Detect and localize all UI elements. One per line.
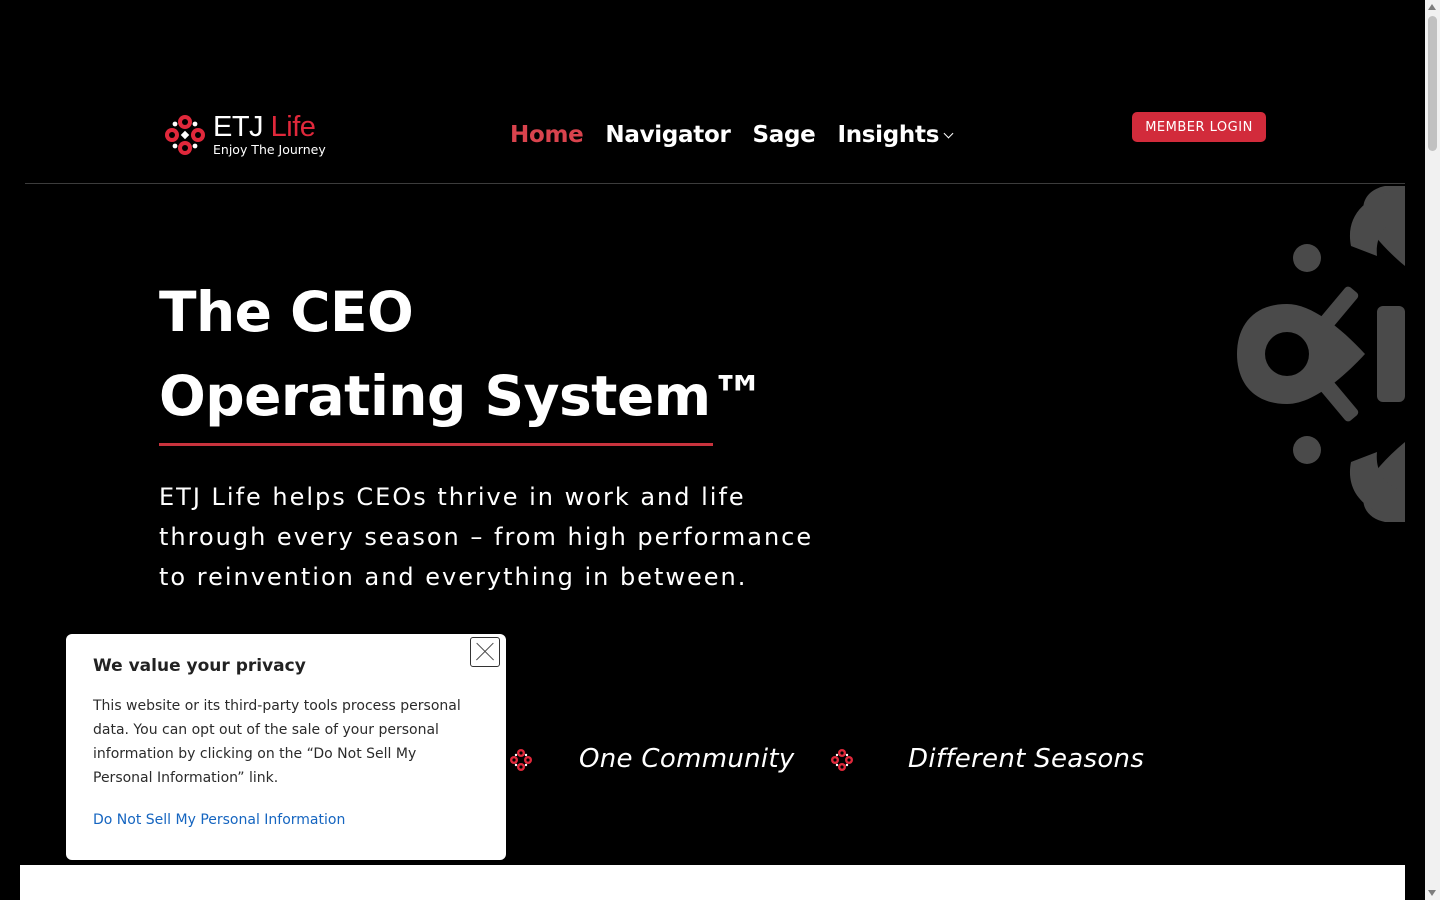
header-divider — [25, 183, 1405, 184]
hero-title: The CEO Operating System™ — [159, 270, 766, 438]
privacy-dialog-body: This website or its third-party tools pr… — [93, 698, 461, 786]
brand-mark-small-icon — [510, 749, 532, 771]
hero-title-line2: Operating System™ — [159, 364, 766, 428]
nav-item-home[interactable]: Home — [510, 122, 584, 148]
hero-description: ETJ Life helps CEOs thrive in work and l… — [159, 483, 814, 591]
etj-logo-icon — [165, 115, 205, 155]
scroll-down-icon[interactable] — [1428, 890, 1436, 896]
page-scrollbar[interactable] — [1425, 0, 1440, 900]
hero-underline — [159, 443, 713, 446]
tagline-one-community: One Community — [579, 744, 795, 774]
chevron-down-icon — [943, 128, 954, 138]
site-logo[interactable]: ETJ Life Enjoy The Journey — [163, 112, 326, 158]
member-login-button[interactable]: MEMBER LOGIN — [1132, 112, 1266, 142]
close-icon[interactable] — [470, 637, 500, 667]
hero-title-line1: The CEO — [159, 280, 414, 344]
content-section — [20, 865, 1405, 900]
logo-tagline: Enjoy The Journey — [213, 142, 326, 158]
nav-item-navigator[interactable]: Navigator — [605, 122, 730, 148]
scrollbar-thumb[interactable] — [1428, 16, 1437, 151]
main-nav: Home Navigator Sage Insights — [510, 122, 954, 148]
privacy-dialog-title: We value your privacy — [93, 656, 306, 676]
brand-mark-small-icon — [831, 749, 853, 771]
nav-item-sage[interactable]: Sage — [753, 122, 816, 148]
tagline-different-seasons: Different Seasons — [908, 744, 1145, 774]
privacy-consent-dialog: We value your privacy This website or it… — [66, 634, 506, 860]
nav-item-insights[interactable]: Insights — [837, 122, 954, 148]
nav-item-insights-label: Insights — [837, 122, 940, 148]
scroll-up-icon[interactable] — [1428, 4, 1436, 10]
do-not-sell-link[interactable]: Do Not Sell My Personal Information — [93, 812, 345, 828]
logo-brand: ETJ Life — [213, 111, 316, 144]
brand-mark-decoration-icon — [1225, 186, 1405, 522]
